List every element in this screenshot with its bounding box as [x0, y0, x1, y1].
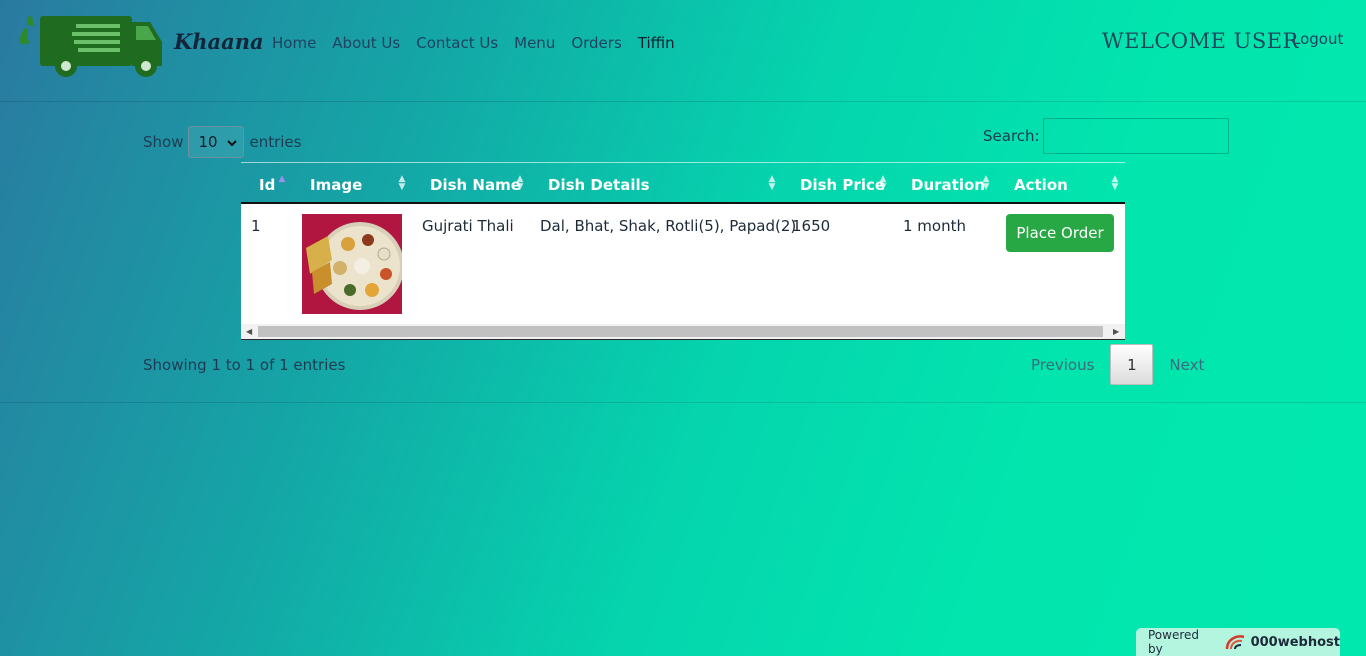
cell-duration: 1 month — [903, 217, 966, 235]
sort-icon: ▲ ▼ — [516, 174, 524, 192]
main-nav: Home About Us Contact Us Menu Orders Tif… — [272, 34, 691, 52]
scroll-right-icon[interactable]: ▶ — [1113, 327, 1119, 336]
col-header-dish-name[interactable]: Dish Name — [430, 176, 521, 194]
col-header-dish-price[interactable]: Dish Price — [800, 176, 885, 194]
powered-by-label: Powered by — [1148, 628, 1200, 656]
nav-orders[interactable]: Orders — [571, 34, 621, 52]
sort-icon: ▲ ▼ — [1111, 174, 1119, 192]
table-row: 1 Gujrati Thali Dal, Bhat, Shak, Rotli(5… — [241, 204, 1125, 324]
search-control: Search: — [983, 118, 1229, 154]
nav-contact-us[interactable]: Contact Us — [416, 34, 498, 52]
webhost-name: 000webhost — [1250, 634, 1340, 650]
nav-tiffin[interactable]: Tiffin — [638, 34, 675, 52]
cell-dish-name: Gujrati Thali — [422, 217, 514, 235]
col-header-duration[interactable]: Duration — [911, 176, 985, 194]
entries-label: entries — [249, 133, 302, 151]
place-order-button[interactable]: Place Order — [1006, 214, 1114, 252]
entries-select-value: 10 — [198, 133, 218, 151]
logo-truck-icon[interactable] — [18, 12, 164, 78]
brand-name[interactable]: Khaana — [174, 29, 264, 54]
col-header-id[interactable]: Id — [259, 176, 275, 194]
sort-icon: ▲ ▼ — [982, 174, 990, 192]
webhost-logo-icon — [1224, 633, 1246, 651]
chevron-down-icon — [227, 133, 238, 151]
next-button[interactable]: Next — [1153, 356, 1220, 374]
table-info: Showing 1 to 1 of 1 entries — [143, 356, 346, 374]
search-input[interactable] — [1042, 118, 1229, 154]
page-1-button[interactable]: 1 — [1110, 344, 1154, 385]
sort-icon: ▲ ▼ — [768, 174, 776, 192]
logout-link[interactable]: Logout — [1292, 30, 1343, 48]
cell-dish-details: Dal, Bhat, Shak, Rotli(5), Papad(2) — [540, 217, 797, 235]
entries-select[interactable]: 10 — [188, 126, 245, 158]
col-header-image[interactable]: Image — [310, 176, 362, 194]
scroll-left-icon[interactable]: ◀ — [246, 327, 252, 336]
col-header-action[interactable]: Action — [1014, 176, 1068, 194]
navbar: Khaana Home About Us Contact Us Menu Ord… — [0, 0, 1366, 102]
sort-asc-icon: ▲ — [278, 174, 286, 184]
nav-home[interactable]: Home — [272, 34, 316, 52]
table-header: Id ▲ Image ▲ ▼ Dish Name ▲ ▼ Dish Details … — [241, 162, 1125, 204]
entries-length-control: Show 10 entries — [143, 126, 301, 158]
dishes-table: Id ▲ Image ▲ ▼ Dish Name ▲ ▼ Dish Details … — [241, 162, 1125, 340]
cell-id: 1 — [251, 217, 261, 235]
tiffin-table-section: Show 10 entries Search: Id ▲ Image ▲ ▼ Di… — [0, 102, 1366, 403]
show-label: Show — [143, 133, 184, 151]
powered-by-badge[interactable]: Powered by 000webhost — [1136, 628, 1340, 656]
welcome-message: WELCOME USER — [1102, 29, 1299, 53]
cell-dish-price: 1650 — [792, 217, 831, 235]
nav-about-us[interactable]: About Us — [332, 34, 400, 52]
pagination: Previous 1 Next — [1015, 344, 1220, 385]
search-label: Search: — [983, 127, 1040, 145]
col-header-dish-details[interactable]: Dish Details — [548, 176, 650, 194]
nav-menu[interactable]: Menu — [514, 34, 555, 52]
sort-icon: ▲ ▼ — [879, 174, 887, 192]
horizontal-scrollbar[interactable]: ◀ ▶ — [241, 324, 1125, 340]
previous-button[interactable]: Previous — [1015, 356, 1110, 374]
sort-icon: ▲ ▼ — [398, 174, 406, 192]
dish-image — [302, 214, 402, 314]
scrollbar-thumb[interactable] — [258, 326, 1103, 337]
